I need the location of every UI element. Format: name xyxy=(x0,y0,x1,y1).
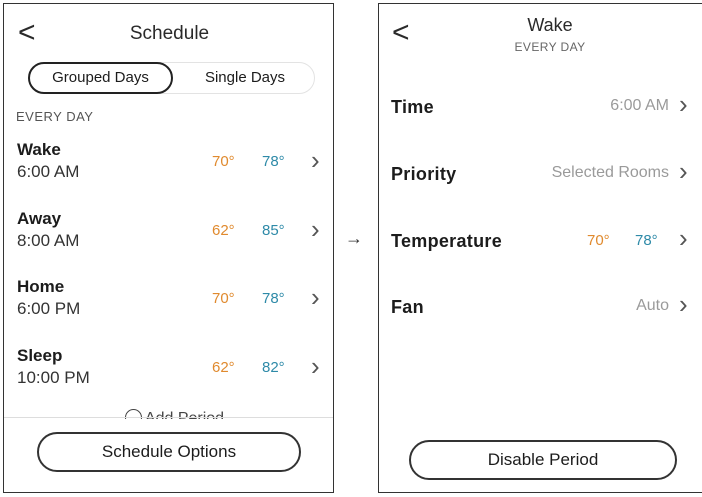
chevron-right-icon: › xyxy=(679,289,688,319)
period-row-away[interactable]: Away 8:00 AM 62° 85° › xyxy=(4,209,333,267)
chevron-right-icon: › xyxy=(311,351,320,381)
page-title: Schedule xyxy=(129,23,210,44)
period-row-sleep[interactable]: Sleep 10:00 PM 62° 82° › xyxy=(4,346,333,404)
period-time: 6:00 PM xyxy=(17,299,81,318)
disable-period-button[interactable]: Disable Period xyxy=(409,440,677,480)
heat-setpoint: 70° xyxy=(212,290,235,307)
period-time: 8:00 AM xyxy=(17,231,80,250)
setting-row-fan[interactable]: Fan Auto › xyxy=(379,288,702,328)
period-name: Wake xyxy=(17,140,61,159)
setting-label: Temperature xyxy=(391,231,503,251)
chevron-right-icon: › xyxy=(311,214,320,244)
setting-label: Priority xyxy=(391,164,457,184)
cool-setpoint: 78° xyxy=(635,232,658,249)
heat-setpoint: 62° xyxy=(212,359,235,376)
flow-arrow-icon: → xyxy=(345,228,363,248)
setting-value: 6:00 AM xyxy=(610,97,669,114)
schedule-options-button[interactable]: Schedule Options xyxy=(37,432,301,472)
setting-label: Time xyxy=(391,97,434,117)
chevron-right-icon: › xyxy=(311,282,320,312)
period-row-wake[interactable]: Wake 6:00 AM 70° 78° › xyxy=(4,140,333,198)
cool-setpoint: 82° xyxy=(262,359,285,376)
footer-divider xyxy=(4,417,333,418)
period-row-home[interactable]: Home 6:00 PM 70° 78° › xyxy=(4,277,333,335)
setting-row-temperature[interactable]: Temperature 70° 78° › xyxy=(379,222,702,262)
tab-single-days[interactable]: Single Days xyxy=(175,63,315,93)
page-title: Wake xyxy=(527,15,573,35)
days-segmented-control: Grouped Days Single Days xyxy=(28,62,315,94)
cool-setpoint: 78° xyxy=(262,153,285,170)
heat-setpoint: 70° xyxy=(587,232,610,249)
schedule-screen: < Schedule Grouped Days Single Days EVER… xyxy=(3,3,334,493)
period-name: Sleep xyxy=(17,346,63,365)
heat-setpoint: 70° xyxy=(212,153,235,170)
chevron-right-icon: › xyxy=(311,145,320,175)
period-time: 10:00 PM xyxy=(17,368,90,387)
setting-row-priority[interactable]: Priority Selected Rooms › xyxy=(379,155,702,195)
setting-value: Auto xyxy=(636,297,669,314)
period-detail-screen: < Wake EVERY DAY Time 6:00 AM › Priority… xyxy=(378,3,702,493)
chevron-right-icon: › xyxy=(679,223,688,253)
chevron-right-icon: › xyxy=(679,156,688,186)
cool-setpoint: 85° xyxy=(262,222,285,239)
setting-value: Selected Rooms xyxy=(551,164,669,181)
cool-setpoint: 78° xyxy=(262,290,285,307)
section-label: EVERY DAY xyxy=(16,109,94,124)
period-name: Away xyxy=(17,209,62,228)
period-name: Home xyxy=(17,277,65,296)
setting-label: Fan xyxy=(391,297,424,317)
chevron-right-icon: › xyxy=(679,89,688,119)
heat-setpoint: 62° xyxy=(212,222,235,239)
period-time: 6:00 AM xyxy=(17,162,80,181)
page-subtitle: EVERY DAY xyxy=(514,40,586,54)
tab-grouped-days[interactable]: Grouped Days xyxy=(28,62,173,94)
setting-row-time[interactable]: Time 6:00 AM › xyxy=(379,88,702,128)
